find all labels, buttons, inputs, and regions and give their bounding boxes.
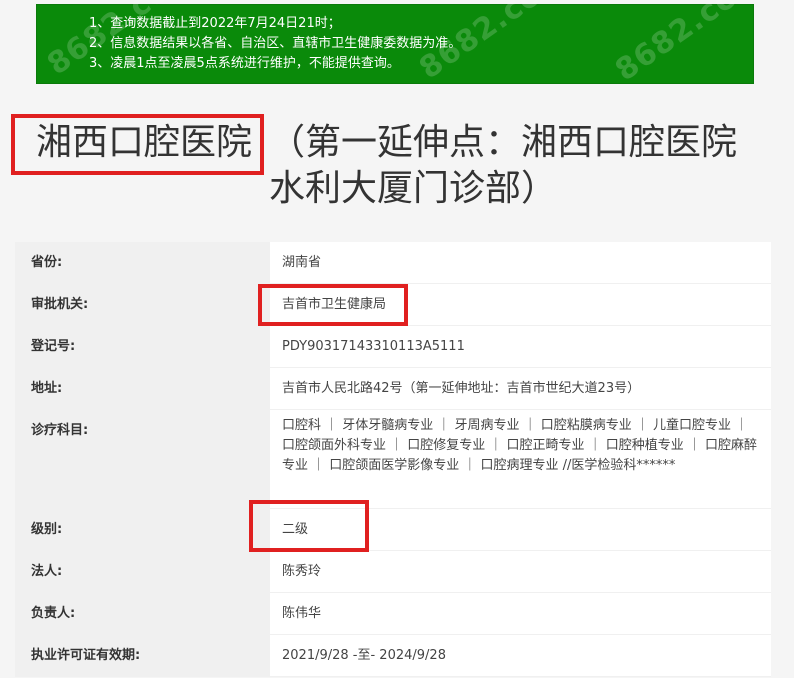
table-row: 法人: 陈秀玲: [15, 551, 771, 593]
row-value: 陈秀玲: [270, 551, 771, 592]
table-row: 负责人: 陈伟华: [15, 593, 771, 635]
row-value: 2021/9/28 -至- 2024/9/28: [270, 635, 771, 676]
row-value: PDY90317143310113A5111: [270, 326, 771, 367]
row-value: 口腔科 ｜ 牙体牙髓病专业 ｜ 牙周病专业 ｜ 口腔粘膜病专业 ｜ 儿童口腔专业…: [270, 410, 771, 508]
hospital-subtitle: （第一延伸点：湘西口腔医院水利大厦门诊部）: [269, 122, 738, 209]
highlight-box-authority: [258, 284, 408, 326]
row-label: 法人:: [15, 551, 270, 592]
row-value: 陈伟华: [270, 593, 771, 634]
table-row: 登记号: PDY90317143310113A5111: [15, 326, 771, 368]
row-label: 诊疗科目:: [15, 410, 270, 508]
highlight-box-name: [11, 114, 264, 175]
table-row: 省份: 湖南省: [15, 242, 771, 284]
row-value: 吉首市人民北路42号（第一延伸地址：吉首市世纪大道23号）: [270, 368, 771, 409]
table-row: 执业许可证有效期: 2021/9/28 -至- 2024/9/28: [15, 635, 771, 677]
row-label: 级别:: [15, 509, 270, 550]
row-value: 湖南省: [270, 242, 771, 283]
row-label: 地址:: [15, 368, 270, 409]
row-label: 登记号:: [15, 326, 270, 367]
table-row: 级别: 二级: [15, 509, 771, 551]
row-label: 审批机关:: [15, 284, 270, 325]
row-label: 负责人:: [15, 593, 270, 634]
row-label: 省份:: [15, 242, 270, 283]
row-label: 执业许可证有效期:: [15, 635, 270, 676]
notice-banner: 1、查询数据截止到2022年7月24日21时； 2、信息数据结果以各省、自治区、…: [36, 0, 754, 88]
table-row: 诊疗科目: 口腔科 ｜ 牙体牙髓病专业 ｜ 牙周病专业 ｜ 口腔粘膜病专业 ｜ …: [15, 410, 771, 509]
highlight-box-level: [249, 500, 369, 552]
table-row: 地址: 吉首市人民北路42号（第一延伸地址：吉首市世纪大道23号）: [15, 368, 771, 410]
